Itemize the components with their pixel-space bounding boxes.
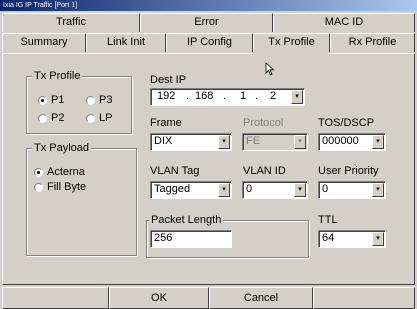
radio-label: P1 [51,94,65,106]
dest-ip-field[interactable]: 192 . 168 . 1 . 2 ▾ [150,88,305,106]
vlan-tag-label: VLAN Tag [150,165,200,177]
tab-ip-config[interactable]: IP Config [166,33,253,52]
radio-label: P2 [51,112,65,124]
radio-fill-byte[interactable]: Fill Byte [34,181,86,193]
active-tab-joint [253,52,328,54]
radio-p3[interactable]: P3 [86,94,112,106]
vlan-tag-select[interactable]: Tagged ▾ [150,181,232,199]
dest-ip-label: Dest IP [150,74,187,86]
vlan-id-value: 0 [246,183,253,195]
user-priority-select[interactable]: 0 ▾ [318,181,386,199]
chevron-down-icon[interactable]: ▾ [372,232,384,246]
tab-label: IP Config [186,36,233,48]
chevron-down-icon[interactable]: ▾ [218,183,230,197]
radio-icon [38,113,47,123]
packet-length-label: Packet Length [149,214,224,226]
tab-label: Error [194,16,219,28]
radio-label: LP [99,112,113,124]
vlan-id-label: VLAN ID [243,165,286,177]
radio-label: Fill Byte [47,181,87,193]
ip-separator: . [186,90,190,102]
tab-tx-profile[interactable]: Tx Profile [253,33,330,52]
ttl-label: TTL [318,214,338,226]
user-priority-label: User Priority [318,165,379,177]
radio-label: P3 [99,94,113,106]
user-priority-value: 0 [322,183,329,195]
chevron-down-icon[interactable]: ▾ [372,135,384,149]
ttl-select[interactable]: 64 ▾ [318,230,386,248]
ok-label: OK [151,292,167,304]
chevron-down-icon[interactable]: ▾ [294,183,306,197]
vlan-id-select[interactable]: 0 ▾ [242,181,308,199]
packet-length-value: 256 [154,232,173,244]
radio-icon [86,95,95,105]
ok-button[interactable]: OK [109,287,209,309]
ip-octet-2: 168 [195,90,214,102]
tx-payload-group: Tx Payload [26,142,137,256]
frame-label: Frame [150,117,182,129]
tab-rx-profile[interactable]: Rx Profile [330,33,415,52]
window-title: Ixia IG IP Traffic [Port 1] [3,2,78,9]
tab-mac-id[interactable]: MAC ID [273,13,415,32]
chevron-down-icon: ▾ [294,135,306,149]
ip-separator: . [223,90,227,102]
tab-traffic[interactable]: Traffic [2,13,140,32]
vlan-tag-value: Tagged [154,183,191,195]
tab-label: Traffic [56,16,86,28]
tos-dscp-value: 000000 [322,135,359,147]
radio-lp[interactable]: LP [86,112,112,124]
ip-octet-3: 1 [240,90,247,102]
tab-label: Link Init [107,36,145,48]
chevron-down-icon[interactable]: ▾ [218,135,230,149]
radio-acterna[interactable]: Acterna [34,166,85,178]
frame-select[interactable]: DIX ▾ [150,133,232,151]
button-bar-blank-right [313,287,415,309]
packet-length-input[interactable]: 256 [150,230,232,248]
ip-separator: . [255,90,259,102]
tab-summary[interactable]: Summary [2,33,86,52]
tab-label: MAC ID [324,16,364,28]
radio-label: Acterna [47,166,85,178]
tab-row-back: Traffic Error MAC ID [2,13,415,32]
ttl-value: 64 [322,232,335,244]
tx-payload-legend: Tx Payload [32,142,92,154]
radio-icon [34,182,43,192]
chevron-down-icon[interactable]: ▾ [291,90,303,104]
radio-icon [86,113,95,123]
tab-error[interactable]: Error [140,13,273,32]
tos-dscp-select[interactable]: 000000 ▾ [318,133,386,151]
button-bar-blank-left [2,287,109,309]
chevron-down-icon[interactable]: ▾ [372,183,384,197]
cancel-label: Cancel [243,292,279,304]
button-bar: OK Cancel [2,287,415,309]
protocol-value: FE [246,135,261,147]
tab-label: Summary [20,36,68,48]
protocol-label: Protocol [243,117,284,129]
radio-selected-icon [38,95,47,105]
ip-octet-1: 192 [157,90,176,102]
tab-label: Rx Profile [348,36,397,48]
protocol-select: FE ▾ [242,133,308,151]
tab-link-init[interactable]: Link Init [86,33,166,52]
mouse-cursor-icon [265,62,275,76]
ip-octet-4: 2 [270,90,277,102]
tos-dscp-label: TOS/DSCP [318,117,375,129]
radio-p2[interactable]: P2 [38,112,64,124]
cancel-button[interactable]: Cancel [209,287,313,309]
radio-p1[interactable]: P1 [38,94,64,106]
window-title-bar: Ixia IG IP Traffic [Port 1] [0,0,417,11]
tab-label: Tx Profile [268,36,315,48]
radio-selected-icon [34,167,43,177]
tab-row-front: Summary Link Init IP Config Tx Profile R… [2,33,415,52]
frame-value: DIX [154,135,173,147]
tx-profile-legend: Tx Profile [32,70,83,82]
